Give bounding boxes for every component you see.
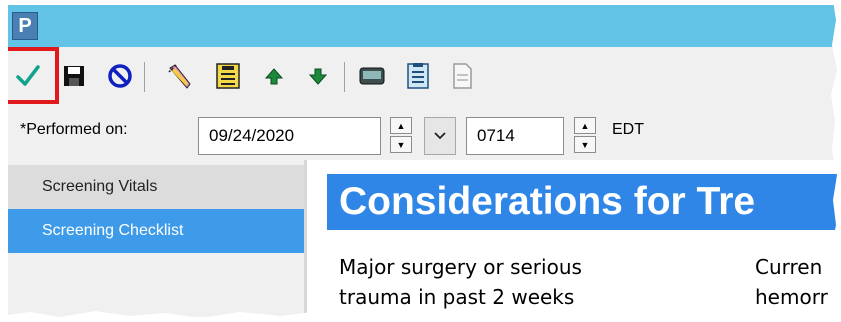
sign-button[interactable]: [14, 62, 42, 90]
time-field[interactable]: 0714: [466, 117, 564, 155]
spin-down-icon[interactable]: ▼: [390, 136, 412, 153]
app-icon: P: [12, 12, 38, 40]
spin-up-icon[interactable]: ▲: [390, 117, 412, 134]
spin-down-icon[interactable]: ▼: [574, 136, 596, 153]
save-button[interactable]: [60, 62, 88, 90]
document-button[interactable]: [448, 62, 476, 90]
arrow-down-icon: [308, 68, 328, 85]
keyboard-button[interactable]: [358, 62, 386, 90]
document-icon: [453, 63, 472, 89]
performed-on-row: *Performed on: 09/24/2020 ▲ ▼ 0714 ▲ ▼ E…: [8, 107, 841, 165]
section-heading: Considerations for Tre: [327, 174, 841, 230]
sidebar: Screening Vitals Screening Checklist: [8, 165, 304, 317]
keyboard-icon: [359, 67, 385, 85]
cancel-button[interactable]: [106, 62, 134, 90]
torn-edge-right: [831, 0, 841, 322]
spin-up-icon[interactable]: ▲: [574, 117, 596, 134]
checkmark-icon: [16, 65, 40, 86]
cancel-icon: [108, 64, 132, 88]
save-icon: [64, 66, 84, 86]
torn-edge-bottom: [0, 311, 841, 322]
application-window: P *Performed on: 09/24/2020 ▲ ▼ 0714 ▲ ▼…: [8, 5, 841, 317]
sidebar-item-screening-vitals[interactable]: Screening Vitals: [8, 165, 304, 209]
move-up-button[interactable]: [260, 62, 288, 90]
date-field[interactable]: 09/24/2020: [198, 117, 381, 155]
form-icon: [216, 63, 240, 89]
performed-on-label: *Performed on:: [20, 121, 128, 138]
toolbar-separator: [144, 62, 145, 92]
calendar-dropdown-button[interactable]: [424, 117, 456, 155]
date-spinner[interactable]: ▲ ▼: [390, 117, 414, 155]
arrow-up-icon: [264, 68, 284, 85]
sidebar-item-screening-checklist[interactable]: Screening Checklist: [8, 209, 304, 253]
time-spinner[interactable]: ▲ ▼: [574, 117, 598, 155]
edit-button[interactable]: [166, 62, 194, 90]
content-panel: Considerations for Tre Major surgery or …: [304, 160, 841, 317]
checklist-button[interactable]: [404, 62, 432, 90]
pencil-icon: [168, 64, 191, 89]
toolbar: [8, 47, 841, 107]
toolbar-separator: [344, 62, 345, 92]
consideration-item: Major surgery or serious trauma in past …: [339, 255, 582, 309]
move-down-button[interactable]: [304, 62, 332, 90]
timezone-label: EDT: [612, 121, 644, 138]
form-button[interactable]: [214, 62, 242, 90]
chevron-down-icon: [434, 132, 446, 140]
checklist-icon: [407, 63, 429, 89]
title-bar: P: [8, 5, 841, 47]
